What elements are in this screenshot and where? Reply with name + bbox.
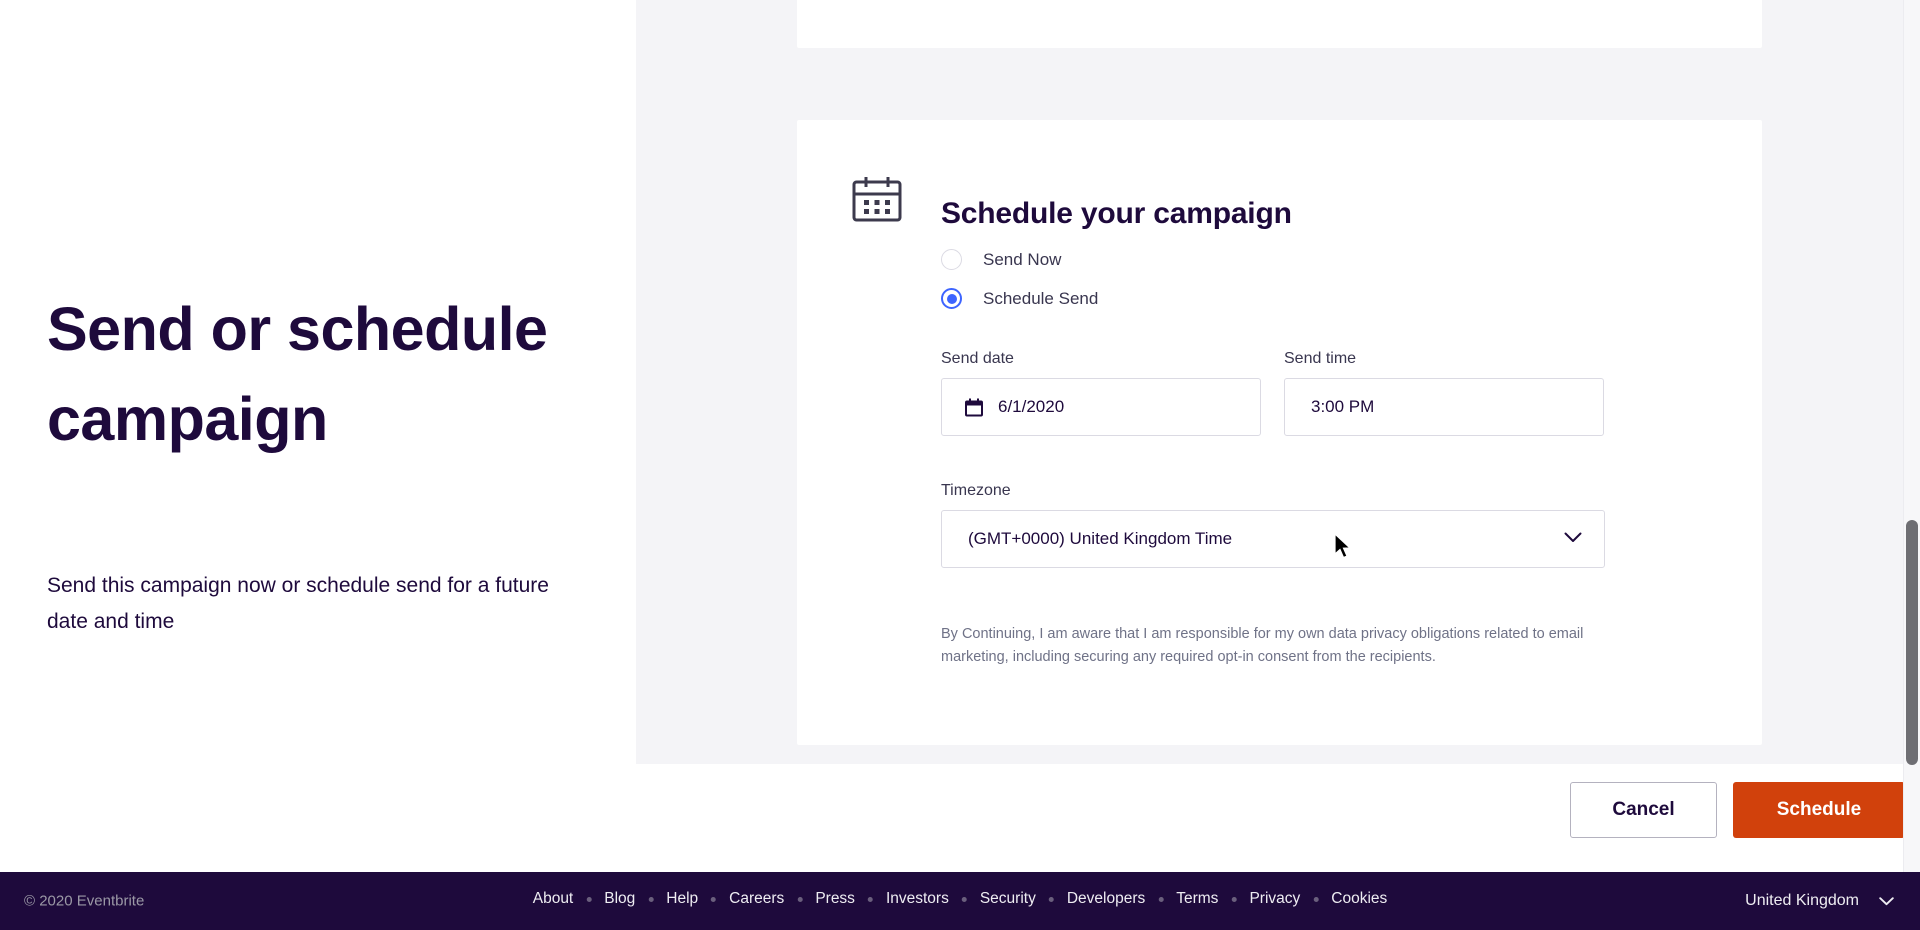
footer-separator-dot bbox=[1048, 896, 1054, 902]
send-time-label: Send time bbox=[1284, 350, 1357, 367]
footer-nav: About Blog Help Careers Press Investors Securi… bbox=[533, 890, 1388, 908]
footer-separator-dot bbox=[867, 896, 873, 902]
footer-link-terms[interactable]: Terms bbox=[1176, 890, 1218, 908]
footer-separator-dot bbox=[711, 896, 717, 902]
timezone-select[interactable]: (GMT+0000) United Kingdom Time bbox=[941, 510, 1605, 568]
footer-link-about[interactable]: About bbox=[533, 890, 574, 908]
send-date-value: 6/1/2020 bbox=[998, 397, 1065, 416]
footer-separator-dot bbox=[1313, 896, 1319, 902]
radio-label-send-now: Send Now bbox=[983, 249, 1062, 269]
page-scrollbar-thumb[interactable] bbox=[1906, 520, 1918, 765]
hero-section: Send or schedule campaign Send this camp… bbox=[0, 0, 636, 872]
send-option-group: Send Now Schedule Send bbox=[941, 240, 1098, 318]
page-scrollbar-track[interactable] bbox=[1903, 0, 1920, 872]
radio-indicator-send-now[interactable] bbox=[941, 249, 962, 270]
schedule-card: Schedule your campaign Send Now Schedule… bbox=[797, 120, 1762, 745]
footer-link-developers[interactable]: Developers bbox=[1067, 890, 1145, 908]
site-footer: © 2020 Eventbrite About Blog Help Careers Pr… bbox=[0, 872, 1920, 930]
page-subtitle: Send this campaign now or schedule send … bbox=[47, 574, 549, 633]
footer-separator-dot bbox=[1158, 896, 1164, 902]
radio-label-schedule-send: Schedule Send bbox=[983, 288, 1099, 308]
radio-option-schedule-send[interactable]: Schedule Send bbox=[941, 279, 1098, 318]
radio-option-send-now[interactable]: Send Now bbox=[941, 240, 1098, 279]
footer-link-help[interactable]: Help bbox=[666, 890, 698, 908]
locale-label: United Kingdom bbox=[1745, 892, 1859, 909]
schedule-button[interactable]: Schedule bbox=[1733, 782, 1905, 838]
page-title: Send or schedule campaign bbox=[47, 294, 548, 453]
send-time-value: 3:00 PM bbox=[1311, 397, 1375, 416]
footer-separator-dot bbox=[1231, 896, 1237, 902]
content-panel: Schedule your campaign Send Now Schedule… bbox=[636, 0, 1920, 764]
footer-link-press[interactable]: Press bbox=[815, 890, 855, 908]
send-date-input[interactable]: 6/1/2020 bbox=[941, 378, 1261, 436]
chevron-down-icon[interactable] bbox=[1564, 530, 1582, 548]
action-bar: Cancel Schedule bbox=[0, 764, 1920, 872]
footer-separator-dot bbox=[648, 896, 654, 902]
footer-separator-dot bbox=[586, 896, 592, 902]
send-date-label: Send date bbox=[941, 350, 1014, 367]
footer-separator-dot bbox=[961, 896, 967, 902]
timezone-label: Timezone bbox=[941, 482, 1011, 499]
send-time-input[interactable]: 3:00 PM bbox=[1284, 378, 1604, 436]
timezone-value: (GMT+0000) United Kingdom Time bbox=[968, 529, 1233, 548]
footer-link-privacy[interactable]: Privacy bbox=[1249, 890, 1300, 908]
footer-link-cookies[interactable]: Cookies bbox=[1331, 890, 1387, 908]
locale-selector[interactable]: United Kingdom bbox=[1745, 892, 1894, 910]
chevron-down-icon[interactable] bbox=[1879, 896, 1894, 906]
calendar-icon bbox=[849, 173, 905, 229]
footer-link-careers[interactable]: Careers bbox=[729, 890, 784, 908]
footer-link-blog[interactable]: Blog bbox=[604, 890, 635, 908]
privacy-disclaimer: By Continuing, I am aware that I am resp… bbox=[941, 625, 1584, 665]
footer-link-investors[interactable]: Investors bbox=[886, 890, 949, 908]
radio-indicator-schedule-send[interactable] bbox=[941, 288, 962, 309]
footer-separator-dot bbox=[797, 896, 803, 902]
footer-link-security[interactable]: Security bbox=[980, 890, 1036, 908]
card-title: Schedule your campaign bbox=[941, 196, 1292, 230]
copyright-text: © 2020 Eventbrite bbox=[24, 892, 145, 910]
calendar-small-icon bbox=[965, 398, 983, 417]
page-root: Send or schedule campaign Send this camp… bbox=[0, 0, 1920, 930]
previous-card-partial bbox=[797, 0, 1762, 48]
cancel-button[interactable]: Cancel bbox=[1570, 782, 1717, 838]
